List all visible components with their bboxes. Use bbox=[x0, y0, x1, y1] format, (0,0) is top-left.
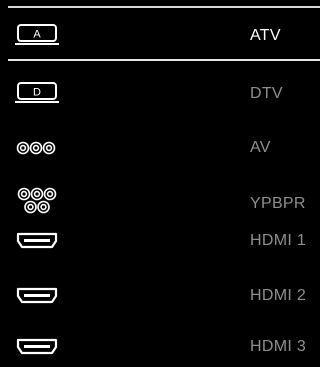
top-divider bbox=[8, 6, 320, 8]
source-label-hdmi2: HDMI 2 bbox=[250, 287, 307, 304]
hdmi-port-icon bbox=[14, 329, 60, 365]
source-item-av[interactable]: AV bbox=[0, 128, 320, 168]
source-label-hdmi1: HDMI 1 bbox=[250, 232, 307, 249]
svg-text:A: A bbox=[33, 29, 41, 41]
source-label-av: AV bbox=[250, 139, 271, 156]
selection-divider bbox=[8, 59, 320, 61]
source-item-hdmi3[interactable]: HDMI 3 bbox=[0, 327, 320, 367]
source-item-hdmi1[interactable]: HDMI 1 bbox=[0, 221, 320, 261]
source-item-ypbpr[interactable]: YPBPR bbox=[0, 181, 320, 221]
source-item-atv[interactable]: A ATV bbox=[0, 16, 320, 56]
source-label-ypbpr: YPBPR bbox=[250, 195, 306, 212]
source-label-dtv: DTV bbox=[250, 85, 283, 102]
hdmi-port-icon bbox=[14, 278, 60, 314]
component-rca-icon bbox=[14, 183, 60, 219]
source-label-hdmi3: HDMI 3 bbox=[250, 338, 307, 355]
source-item-hdmi2[interactable]: HDMI 2 bbox=[0, 276, 320, 316]
source-item-dtv[interactable]: D DTV bbox=[0, 74, 320, 114]
hdmi-port-icon bbox=[14, 223, 60, 259]
tv-a-icon: A bbox=[14, 18, 60, 54]
av-rca-icon bbox=[14, 130, 60, 166]
tv-d-icon: D bbox=[14, 76, 60, 112]
svg-text:D: D bbox=[33, 87, 41, 99]
source-label-atv: ATV bbox=[250, 27, 281, 44]
